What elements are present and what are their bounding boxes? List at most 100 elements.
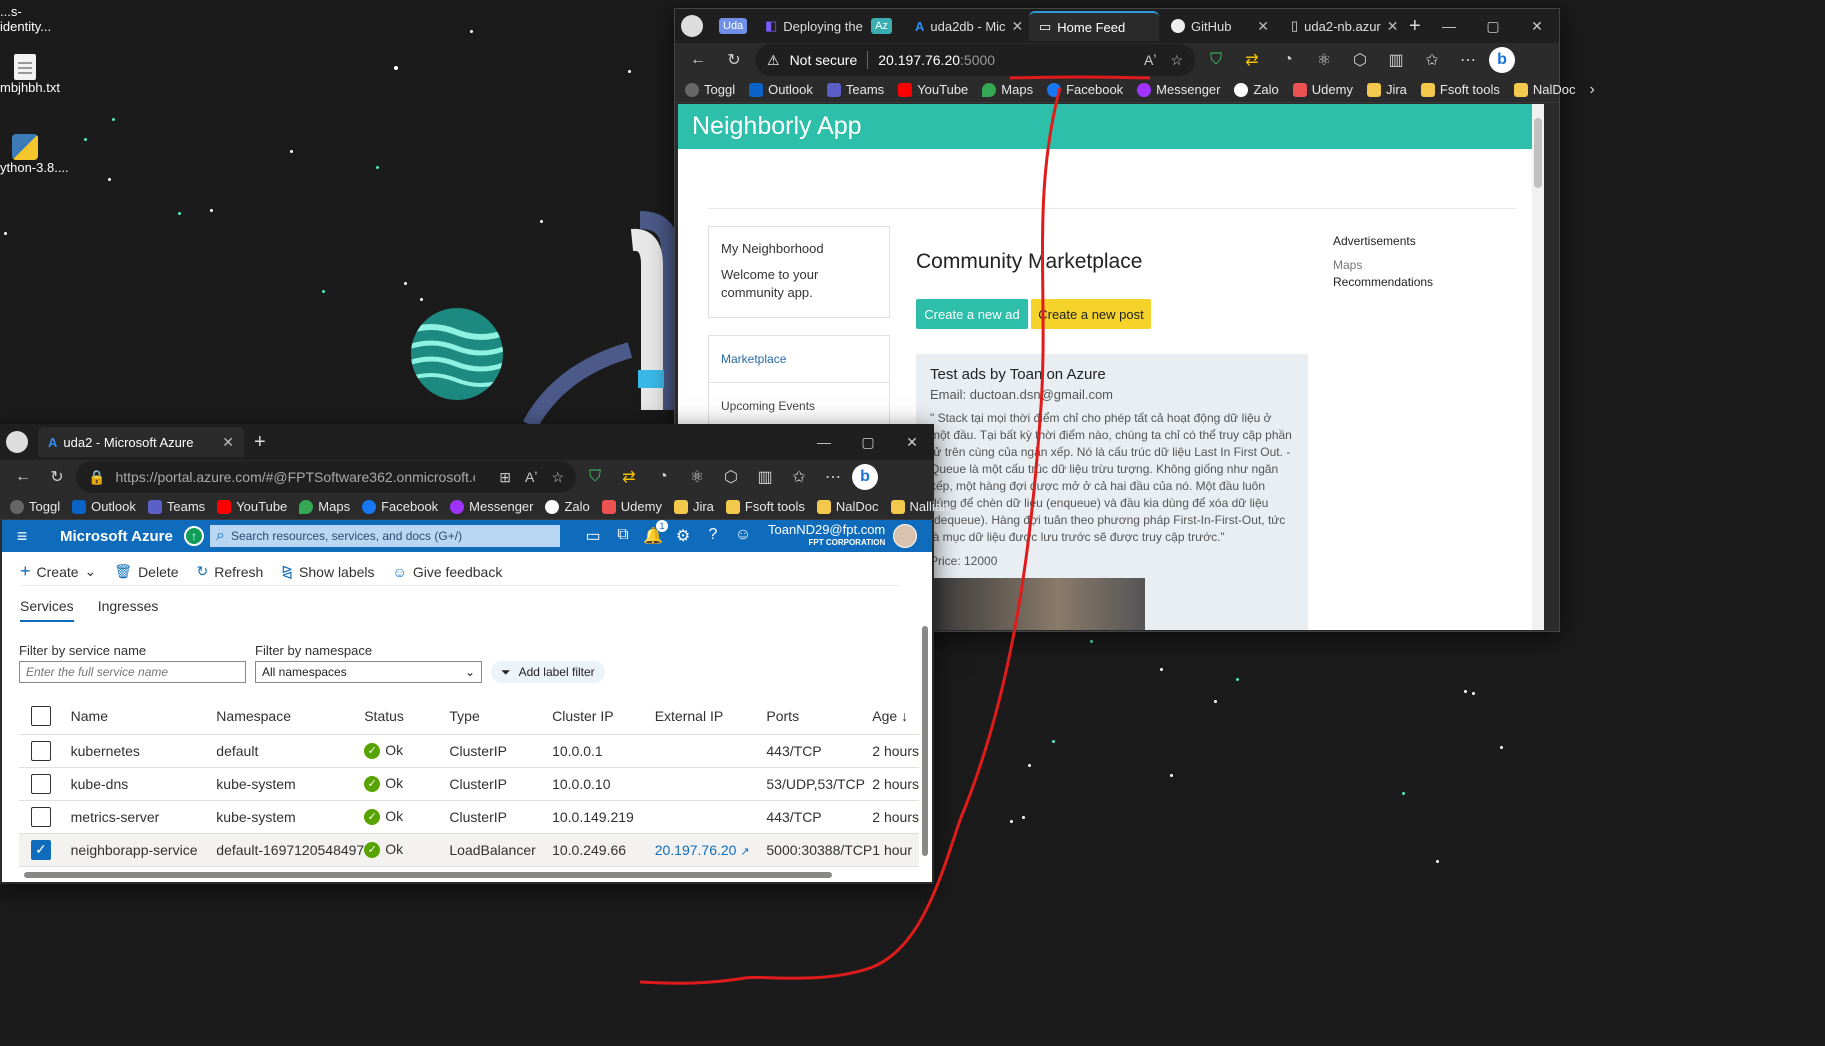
scrollbar-thumb[interactable]: [1534, 118, 1542, 188]
table-row[interactable]: kubernetes default ✓ Ok ClusterIP 10.0.0.…: [19, 734, 919, 768]
minimize-icon[interactable]: —: [802, 434, 846, 451]
chevron-right-icon[interactable]: ›: [961, 498, 966, 516]
tab-ingresses[interactable]: Ingresses: [98, 598, 159, 622]
fav-outlook[interactable]: Outlook: [749, 82, 813, 97]
fav-udemy[interactable]: Udemy: [1292, 82, 1353, 97]
more-icon[interactable]: ⋯: [818, 467, 848, 487]
minimize-icon[interactable]: —: [1427, 18, 1471, 35]
close-window-icon[interactable]: ✕: [1515, 18, 1559, 35]
close-tab-icon[interactable]: ✕: [1012, 18, 1024, 35]
col-external-ip[interactable]: External IP: [654, 698, 767, 735]
fav-jira[interactable]: Jira: [673, 499, 714, 514]
fav-zalo[interactable]: Zalo: [1234, 82, 1279, 97]
desktop-icon-python[interactable]: ython-3.8....: [0, 134, 70, 175]
favorites-icon[interactable]: ✩: [1417, 50, 1447, 70]
table-row[interactable]: kube-dns kube-system ✓ Ok ClusterIP 10.0.…: [19, 767, 919, 801]
maximize-icon[interactable]: ▢: [1471, 18, 1515, 35]
show-labels-button[interactable]: ⧎ Show labels: [281, 563, 374, 580]
col-cluster-ip[interactable]: Cluster IP: [552, 698, 655, 735]
notifications-icon[interactable]: 🔔 1: [638, 520, 668, 546]
new-tab-icon[interactable]: +: [1409, 15, 1421, 38]
help-icon[interactable]: ?: [698, 526, 728, 546]
col-name[interactable]: Name: [70, 698, 217, 735]
profile-icon[interactable]: [6, 431, 28, 453]
react-devtools-icon[interactable]: ⚛: [682, 467, 712, 487]
tab-home-feed[interactable]: ▭ Home Feed: [1029, 11, 1159, 41]
col-ports[interactable]: Ports: [766, 698, 873, 735]
fav-youtube[interactable]: YouTube: [898, 82, 968, 97]
table-row-selected[interactable]: ✓ neighborapp-service default-1697120548…: [19, 833, 919, 867]
service-name-link[interactable]: kubernetes: [70, 734, 217, 768]
global-search[interactable]: ⌕ Search resources, services, and docs (…: [210, 525, 560, 547]
row-checkbox[interactable]: [31, 740, 51, 761]
ads-link-recommendations[interactable]: Recommendations: [1333, 275, 1433, 289]
maximize-icon[interactable]: ▢: [846, 434, 890, 451]
close-tab-icon[interactable]: ✕: [222, 434, 234, 451]
nav-upcoming-events[interactable]: Upcoming Events: [709, 383, 889, 429]
create-button[interactable]: + Create ⌄: [20, 561, 96, 582]
nav-marketplace[interactable]: Marketplace: [709, 336, 889, 383]
profile-icon[interactable]: [681, 15, 703, 37]
namespace-select[interactable]: All namespaces ⌄: [255, 661, 482, 683]
tab-udacity[interactable]: Uda: [715, 11, 753, 41]
app-brand[interactable]: Neighborly App: [692, 112, 862, 141]
favorite-star-icon[interactable]: ☆: [1170, 52, 1183, 69]
fav-toggl[interactable]: Toggl: [10, 499, 60, 514]
back-icon[interactable]: ←: [8, 468, 38, 486]
desktop-icon-txt[interactable]: mbjhbh.txt: [0, 54, 70, 95]
shield-extension-icon[interactable]: ⛉: [1201, 51, 1231, 69]
close-tab-icon[interactable]: ✕: [1257, 18, 1269, 35]
more-icon[interactable]: ⋯: [1453, 50, 1483, 70]
settings-icon[interactable]: ⚙: [668, 526, 698, 546]
read-aloud-icon[interactable]: Aʼ: [525, 469, 537, 486]
split-screen-icon[interactable]: ▥: [750, 467, 780, 487]
fav-maps[interactable]: Maps: [982, 82, 1033, 97]
row-checkbox-checked[interactable]: ✓: [31, 839, 51, 860]
col-namespace[interactable]: Namespace: [216, 698, 365, 735]
fav-messenger[interactable]: Messenger: [1137, 82, 1220, 97]
bing-icon[interactable]: b: [852, 464, 878, 490]
scrollbar-thumb[interactable]: [24, 872, 832, 878]
tab-uda2-nb[interactable]: ▯ uda2-nb.azur ✕: [1281, 11, 1399, 41]
fav-teams[interactable]: Teams: [147, 499, 205, 514]
tab-uda2db[interactable]: A uda2db - Mic ✕: [905, 11, 1027, 41]
address-bar[interactable]: 🔒 https://portal.azure.com/#@FPTSoftware…: [76, 461, 576, 493]
horizontal-scrollbar[interactable]: [10, 870, 910, 880]
fav-maps[interactable]: Maps: [299, 499, 350, 514]
service-name-link[interactable]: metrics-server: [70, 800, 217, 834]
split-screen-icon[interactable]: ▥: [1381, 50, 1411, 70]
sync-extension-icon[interactable]: ⇄: [1237, 50, 1267, 70]
shield-extension-icon[interactable]: ⛉: [580, 468, 610, 486]
tab-deploying[interactable]: ◧ Deploying the: [755, 11, 865, 41]
extensions-icon[interactable]: ⬡: [1345, 50, 1375, 70]
select-all-checkbox[interactable]: [31, 705, 51, 726]
tab-services[interactable]: Services: [20, 598, 74, 622]
directory-icon[interactable]: ⧉: [608, 526, 638, 546]
favorites-icon[interactable]: ✩: [784, 467, 814, 487]
col-age[interactable]: Age ↓: [872, 698, 919, 735]
fav-facebook[interactable]: Facebook: [1047, 82, 1123, 97]
react-devtools-icon[interactable]: ⚛: [1309, 50, 1339, 70]
desktop-icon-identity[interactable]: ...s-identity...: [0, 4, 70, 34]
extension-icon[interactable]: ◔: [1273, 51, 1303, 69]
close-window-icon[interactable]: ✕: [890, 434, 934, 451]
fav-messenger[interactable]: Messenger: [450, 499, 533, 514]
back-icon[interactable]: ←: [683, 51, 713, 69]
new-tab-icon[interactable]: +: [254, 431, 266, 454]
service-name-link[interactable]: kube-dns: [70, 767, 217, 801]
fav-zalo[interactable]: Zalo: [545, 499, 590, 514]
table-row[interactable]: metrics-server kube-system ✓ Ok ClusterIP…: [19, 800, 919, 834]
create-ad-button[interactable]: Create a new ad: [916, 299, 1028, 329]
fav-fsoft-tools[interactable]: Fsoft tools: [725, 499, 805, 514]
hamburger-icon[interactable]: ≡: [2, 526, 42, 547]
fav-naldoc[interactable]: NalDoc: [816, 499, 879, 514]
fav-nallian[interactable]: Nallian: [890, 499, 949, 514]
scrollbar-thumb[interactable]: [922, 626, 928, 856]
service-name-link[interactable]: neighborapp-service: [70, 833, 217, 867]
fav-outlook[interactable]: Outlook: [72, 499, 136, 514]
fav-jira[interactable]: Jira: [1366, 82, 1407, 97]
favorite-star-icon[interactable]: ☆: [551, 469, 564, 486]
refresh-button[interactable]: ↻ Refresh: [197, 563, 264, 580]
fav-naldoc[interactable]: NalDoc: [1513, 82, 1576, 97]
refresh-icon[interactable]: ↻: [42, 467, 72, 487]
